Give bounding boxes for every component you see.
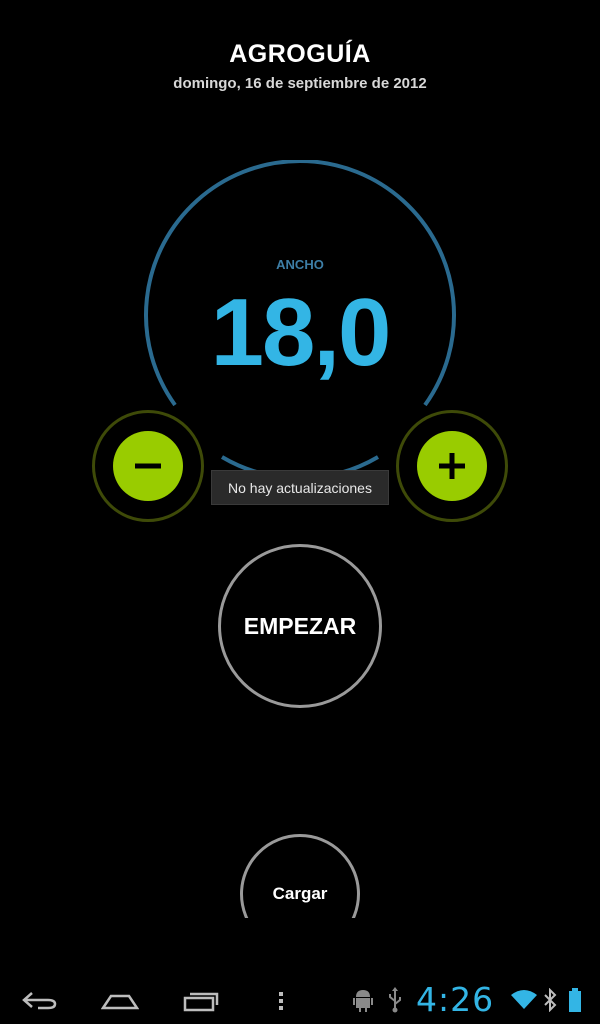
usb-icon xyxy=(385,986,405,1014)
battery-icon xyxy=(566,986,584,1014)
menu-icon[interactable] xyxy=(257,984,305,1018)
increment-button-face xyxy=(417,431,487,501)
bluetooth-icon xyxy=(542,986,558,1014)
toast-message: No hay actualizaciones xyxy=(211,470,389,505)
minus-icon xyxy=(135,463,161,469)
date-label: domingo, 16 de septiembre de 2012 xyxy=(173,75,427,92)
load-button-frame[interactable] xyxy=(240,834,360,918)
decrement-button-face xyxy=(113,431,183,501)
wifi-icon xyxy=(510,986,538,1014)
load-button-label[interactable]: Cargar xyxy=(240,884,360,904)
system-bar: 4:26 xyxy=(0,976,600,1024)
plus-icon xyxy=(439,453,465,479)
clock: 4:26 xyxy=(416,980,495,1019)
android-debug-icon xyxy=(352,986,374,1014)
app-title: AGROGUÍA xyxy=(229,40,371,68)
home-icon[interactable] xyxy=(96,984,144,1018)
app-screen: AGROGUÍA domingo, 16 de septiembre de 20… xyxy=(0,0,600,1024)
load-button[interactable] xyxy=(240,834,360,918)
start-button[interactable]: EMPEZAR xyxy=(218,544,382,708)
gauge-label: ANCHO xyxy=(276,257,324,272)
decrement-button[interactable] xyxy=(92,410,204,522)
gauge-value: 18,0 xyxy=(210,279,392,386)
increment-button[interactable] xyxy=(396,410,508,522)
back-icon[interactable] xyxy=(16,984,64,1018)
recent-apps-icon[interactable] xyxy=(177,984,225,1018)
